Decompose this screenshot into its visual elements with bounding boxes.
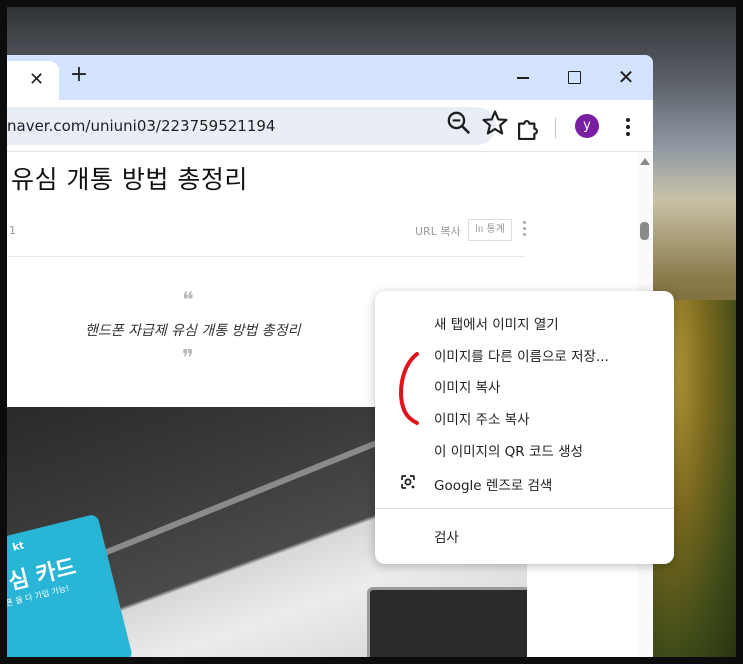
url-text[interactable]: naver.com/uniuni03/223759521194 [7, 117, 275, 135]
active-tab[interactable]: ✕ [7, 61, 59, 100]
menu-separator [375, 508, 674, 509]
menu-create-qr-code[interactable]: 이 이미지의 QR 코드 생성 [434, 440, 583, 460]
close-window-button[interactable]: ✕ [616, 67, 636, 87]
sim-card-package: kt 심 카드 폰 을 다 가입 가능! [7, 513, 134, 657]
scroll-up-arrow-icon[interactable] [640, 158, 650, 165]
menu-open-image-new-tab[interactable]: 새 탭에서 이미지 열기 [434, 313, 559, 333]
extensions-puzzle-icon[interactable] [514, 116, 542, 144]
header-divider [7, 256, 525, 257]
zoom-icon[interactable] [445, 109, 473, 137]
new-tab-button[interactable]: + [68, 64, 90, 87]
menu-copy-image[interactable]: 이미지 복사 [434, 376, 500, 396]
google-lens-icon [401, 475, 415, 489]
post-title: 유심 개통 방법 총정리 [11, 165, 248, 194]
stats-button[interactable]: lıı 통계 [468, 219, 512, 241]
quote-text: 핸드폰 자급제 유심 개통 방법 총정리 [85, 323, 301, 339]
tab-strip: ✕ + ✕ [7, 55, 653, 100]
tab-close-icon[interactable]: ✕ [29, 71, 44, 89]
browser-toolbar: naver.com/uniuni03/223759521194 y [7, 100, 653, 152]
profile-avatar[interactable]: y [575, 114, 599, 138]
red-annotation-bracket [399, 352, 419, 425]
address-bar[interactable]: naver.com/uniuni03/223759521194 [7, 107, 496, 145]
more-options-icon[interactable] [521, 221, 527, 239]
phone-corner [367, 587, 527, 657]
post-meta: 1 [9, 224, 16, 237]
minimize-button[interactable] [513, 67, 533, 87]
menu-save-image-as[interactable]: 이미지를 다른 이름으로 저장... [434, 345, 609, 365]
chrome-menu-icon[interactable] [618, 116, 638, 138]
menu-copy-image-address[interactable]: 이미지 주소 복사 [434, 408, 530, 428]
sim-brand-label: kt [11, 540, 26, 554]
toolbar-separator [555, 118, 556, 138]
quote-open-icon: ❝ [182, 288, 194, 313]
scroll-thumb[interactable] [640, 222, 649, 240]
menu-inspect[interactable]: 검사 [434, 526, 459, 546]
bookmark-star-icon[interactable] [481, 109, 509, 137]
pencil [85, 422, 422, 563]
quote-close-icon: ❞ [182, 346, 194, 371]
url-copy-button[interactable]: URL 복사 [415, 223, 461, 239]
maximize-button[interactable] [564, 67, 584, 87]
menu-search-google-lens[interactable]: Google 렌즈로 검색 [434, 474, 552, 494]
